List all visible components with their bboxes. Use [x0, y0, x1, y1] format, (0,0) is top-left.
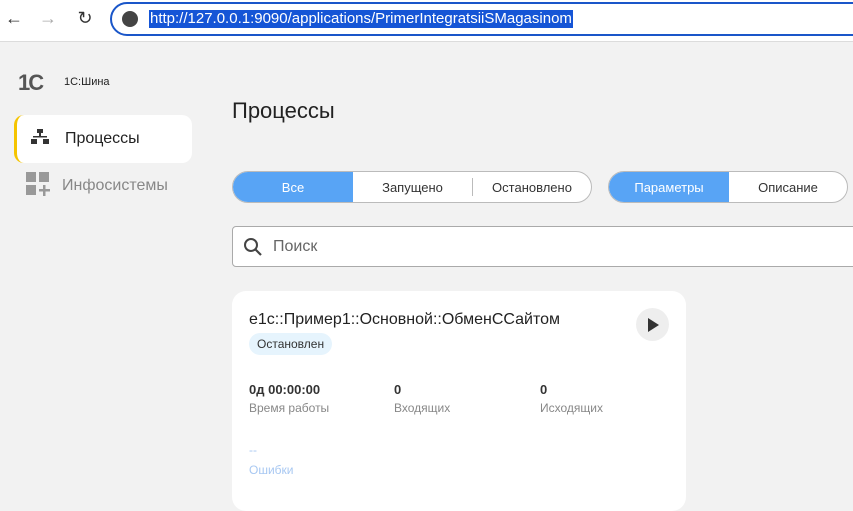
back-icon[interactable]: ←: [2, 8, 26, 29]
stat-outgoing: 0 Исходящих: [540, 382, 603, 415]
process-card[interactable]: e1c::Пример1::Основной::ОбменССайтом Ост…: [232, 291, 686, 511]
sidebar-item-processes[interactable]: Процессы: [14, 115, 192, 163]
page-title: Процессы: [232, 98, 335, 123]
stat-value: 0: [394, 382, 402, 397]
apps-add-icon: [26, 171, 50, 201]
browser-toolbar: ← → ↻ http://127.0.0.1:9090/applications…: [0, 0, 853, 42]
status-badge: Остановлен: [249, 333, 333, 355]
stat-label: Входящих: [394, 401, 451, 415]
errors-stat: -- Ошибки: [249, 443, 294, 477]
stat-uptime: 0д 00:00:00 Время работы: [249, 382, 329, 415]
address-bar[interactable]: http://127.0.0.1:9090/applications/Prime…: [110, 2, 853, 36]
search-placeholder: Поиск: [273, 237, 318, 255]
url-text[interactable]: http://127.0.0.1:9090/applications/Prime…: [149, 10, 573, 28]
stat-label: Исходящих: [540, 401, 603, 415]
globe-icon: [122, 11, 138, 27]
filter-stopped[interactable]: Остановлено: [473, 172, 591, 202]
search-icon: [244, 237, 262, 256]
app-name: 1С:Шина: [64, 76, 110, 88]
forward-icon[interactable]: →: [36, 8, 60, 29]
stat-label: Время работы: [249, 401, 330, 415]
sidebar-item-label: Инфосистемы: [62, 177, 168, 194]
tab-parameters[interactable]: Параметры: [609, 172, 729, 202]
errors-value: --: [249, 443, 257, 457]
search-input[interactable]: Поиск: [232, 226, 853, 267]
process-title: e1c::Пример1::Основной::ОбменССайтом: [249, 311, 561, 328]
stat-incoming: 0 Входящих: [394, 382, 450, 415]
sidebar-item-infosystems[interactable]: Инфосистемы: [14, 162, 192, 210]
view-switch: Параметры Описание: [608, 171, 848, 203]
stat-value: 0д 00:00:00: [249, 382, 321, 397]
play-icon: [647, 317, 659, 332]
hierarchy-icon: [29, 128, 51, 150]
reload-icon[interactable]: ↻: [73, 8, 97, 29]
logo: 1C: [18, 70, 44, 95]
errors-label: Ошибки: [249, 463, 294, 477]
filter-all[interactable]: Все: [233, 172, 353, 202]
stat-value: 0: [540, 382, 548, 397]
status-filter: Все Запущено Остановлено: [232, 171, 592, 203]
tab-description[interactable]: Описание: [729, 172, 847, 202]
filter-running[interactable]: Запущено: [353, 178, 473, 196]
sidebar-item-label: Процессы: [65, 130, 140, 147]
start-button[interactable]: [636, 308, 669, 341]
